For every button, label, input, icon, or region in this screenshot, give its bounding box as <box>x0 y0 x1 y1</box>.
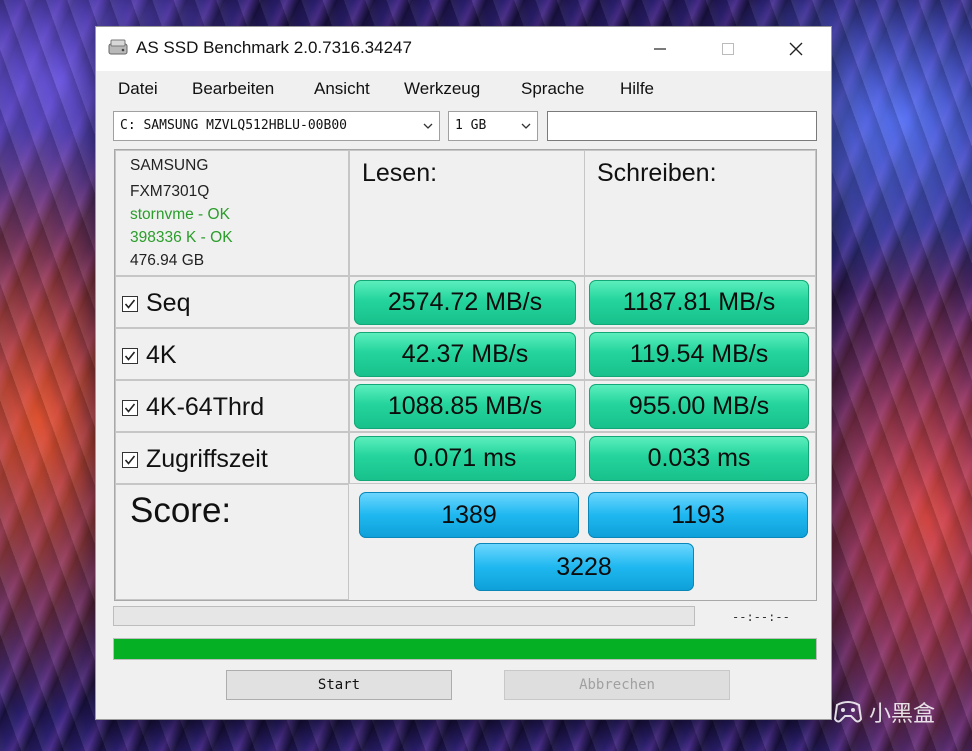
title-bar: AS SSD Benchmark 2.0.7316.34247 <box>96 27 831 71</box>
maximize-icon <box>722 43 734 55</box>
drive-capacity: 476.94 GB <box>130 252 205 269</box>
gamepad-logo-icon <box>833 701 863 723</box>
row-checkbox[interactable] <box>122 347 138 364</box>
menu-datei[interactable]: Datei <box>118 79 158 99</box>
row-label: Seq <box>122 289 190 318</box>
app-window: AS SSD Benchmark 2.0.7316.34247 Datei Be… <box>96 27 831 719</box>
abort-button[interactable]: Abbrechen <box>504 670 730 700</box>
row-label-cell: Zugriffszeit <box>115 432 349 484</box>
driver-status: stornvme - OK <box>130 206 230 223</box>
row-checkbox[interactable] <box>122 399 138 416</box>
minimize-button[interactable] <box>645 35 675 63</box>
maximize-button[interactable] <box>713 35 743 63</box>
checkmark-icon <box>124 455 136 465</box>
menu-bar: Datei Bearbeiten Ansicht Werkzeug Sprach… <box>96 71 831 103</box>
disk-icon <box>108 39 128 55</box>
checkmark-icon <box>124 403 136 413</box>
score-label: Score: <box>130 491 232 530</box>
menu-hilfe[interactable]: Hilfe <box>620 79 654 99</box>
write-score: 1193 <box>588 492 808 538</box>
drive-select-value: C: SAMSUNG MZVLQ512HBLU-00B00 <box>120 118 347 133</box>
chevron-down-icon <box>423 123 433 129</box>
read-column-header: Lesen: <box>349 150 585 276</box>
write-result: 955.00 MB/s <box>589 384 809 429</box>
menu-werkzeug[interactable]: Werkzeug <box>404 79 480 99</box>
checkmark-icon <box>124 299 136 309</box>
total-progress-fill <box>114 639 816 659</box>
write-header-label: Schreiben: <box>597 159 717 187</box>
drive-select[interactable]: C: SAMSUNG MZVLQ512HBLU-00B00 <box>113 111 440 141</box>
extra-input[interactable] <box>547 111 817 141</box>
size-select[interactable]: 1 GB <box>448 111 538 141</box>
test-progress-bar <box>113 606 695 626</box>
row-label-text: Seq <box>146 289 191 317</box>
write-result: 1187.81 MB/s <box>589 280 809 325</box>
write-result: 119.54 MB/s <box>589 332 809 377</box>
read-result: 0.071 ms <box>354 436 576 481</box>
read-score: 1389 <box>359 492 579 538</box>
row-checkbox[interactable] <box>122 295 138 312</box>
write-result: 0.033 ms <box>589 436 809 481</box>
chevron-down-icon <box>521 123 531 129</box>
score-label-cell: Score: <box>115 484 349 600</box>
row-label: 4K <box>122 341 177 370</box>
row-label-cell: Seq <box>115 276 349 328</box>
total-score: 3228 <box>474 543 694 591</box>
row-label: 4K-64Thrd <box>122 393 264 422</box>
start-button[interactable]: Start <box>226 670 452 700</box>
total-progress-bar <box>113 638 817 660</box>
close-icon <box>789 42 803 56</box>
row-label-text: Zugriffszeit <box>146 445 268 473</box>
read-header-label: Lesen: <box>362 159 438 187</box>
write-column-header: Schreiben: <box>584 150 816 276</box>
alignment-status: 398336 K - OK <box>130 229 233 246</box>
size-select-value: 1 GB <box>455 118 487 133</box>
menu-ansicht[interactable]: Ansicht <box>314 79 370 99</box>
row-label-text: 4K <box>146 341 177 369</box>
minimize-icon <box>654 48 666 50</box>
menu-bearbeiten[interactable]: Bearbeiten <box>192 79 274 99</box>
checkmark-icon <box>124 351 136 361</box>
drive-firmware: FXM7301Q <box>130 183 210 200</box>
read-result: 42.37 MB/s <box>354 332 576 377</box>
window-title: AS SSD Benchmark 2.0.7316.34247 <box>136 38 412 57</box>
row-label-text: 4K-64Thrd <box>146 393 265 421</box>
watermark: 小黑盒 <box>833 696 935 728</box>
drive-vendor: SAMSUNG <box>130 157 209 174</box>
read-result: 1088.85 MB/s <box>354 384 576 429</box>
elapsed-time: --:--:-- <box>732 610 790 624</box>
results-grid: SAMSUNG FXM7301Q stornvme - OK 398336 K … <box>114 149 817 601</box>
watermark-text: 小黑盒 <box>869 702 936 727</box>
close-button[interactable] <box>781 35 811 63</box>
row-label-cell: 4K <box>115 328 349 380</box>
row-label: Zugriffszeit <box>122 445 268 474</box>
row-checkbox[interactable] <box>122 451 138 468</box>
read-result: 2574.72 MB/s <box>354 280 576 325</box>
menu-sprache[interactable]: Sprache <box>521 79 584 99</box>
row-label-cell: 4K-64Thrd <box>115 380 349 432</box>
drive-info-panel: SAMSUNG FXM7301Q stornvme - OK 398336 K … <box>115 150 349 276</box>
